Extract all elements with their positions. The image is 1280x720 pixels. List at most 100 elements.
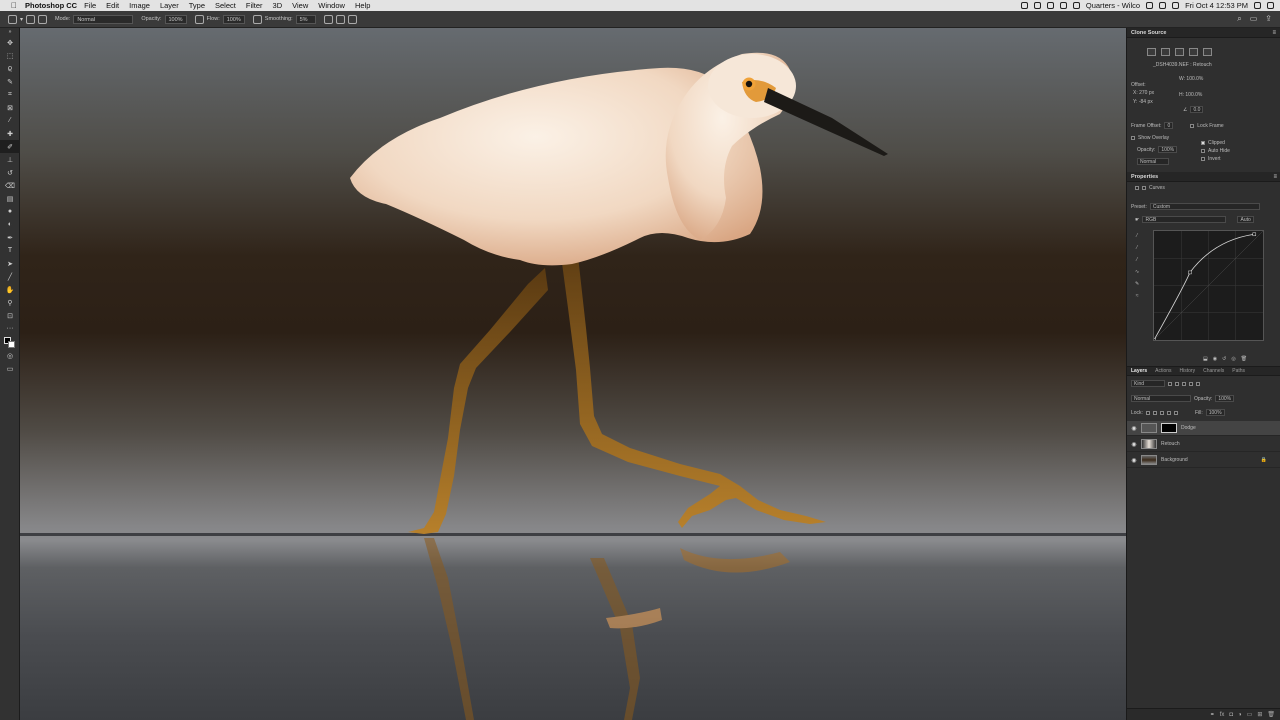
menu-type[interactable]: Type <box>189 1 205 10</box>
opacity-input[interactable]: 100% <box>164 14 187 24</box>
healing-tool-icon[interactable]: ✚ <box>0 127 20 140</box>
curve-pencil-icon[interactable]: ✎ <box>1135 281 1139 287</box>
apple-icon[interactable]:  <box>11 1 19 10</box>
screen-icon[interactable] <box>1046 2 1054 9</box>
curve-point[interactable] <box>1152 338 1156 342</box>
marquee-tool-icon[interactable]: ⬚ <box>0 49 20 62</box>
symmetry-icon[interactable] <box>347 14 357 24</box>
type-tool-icon[interactable]: T <box>0 244 20 257</box>
scale-w[interactable]: W: 100.0% <box>1179 76 1203 82</box>
auto-hide-checkbox[interactable] <box>1201 149 1205 153</box>
frame-offset-input[interactable]: 0 <box>1164 122 1174 129</box>
layer-opacity-input[interactable]: 100% <box>1215 395 1235 402</box>
scale-h[interactable]: H: 100.0% <box>1179 92 1202 98</box>
clone-stamp-tool-icon[interactable]: ⊥ <box>0 153 20 166</box>
screen-mode-icon[interactable]: ▭ <box>0 362 20 375</box>
dropbox-icon[interactable] <box>1033 2 1041 9</box>
auto-button[interactable]: Auto <box>1237 216 1254 223</box>
color-swatches[interactable] <box>0 335 20 349</box>
tab-actions[interactable]: Actions <box>1155 368 1171 374</box>
edit-toolbar-icon[interactable]: ⊡ <box>0 309 20 322</box>
view-previous-icon[interactable]: ◉ <box>1213 356 1217 362</box>
visibility-icon[interactable]: ◎ <box>1231 356 1235 362</box>
menu-view[interactable]: View <box>292 1 308 10</box>
zoom-tool-icon[interactable]: ⚲ <box>0 296 20 309</box>
delete-layer-icon[interactable]: 🗑 <box>1267 711 1275 718</box>
quick-mask-icon[interactable]: ◎ <box>0 349 20 362</box>
pressure-opacity-icon[interactable] <box>194 14 204 24</box>
clone-source-4-button[interactable] <box>1189 48 1198 56</box>
eye-icon[interactable]: ◉ <box>1127 425 1141 432</box>
clone-source-1-button[interactable] <box>1147 48 1156 56</box>
add-mask-icon[interactable]: ◘ <box>1229 712 1233 718</box>
clone-source-5-button[interactable] <box>1203 48 1212 56</box>
eye-icon[interactable]: ◉ <box>1127 457 1141 464</box>
eye-icon[interactable]: ◉ <box>1127 441 1141 448</box>
crop-tool-icon[interactable]: ⌗ <box>0 88 20 101</box>
layer-blend-select[interactable]: Normal <box>1131 395 1191 402</box>
lock-icon[interactable] <box>1059 2 1067 9</box>
tab-history[interactable]: History <box>1180 368 1196 374</box>
line-tool-icon[interactable]: ╱ <box>0 270 20 283</box>
clone-source-header[interactable]: Clone Source ≡ <box>1127 28 1280 38</box>
preset-select[interactable]: Custom <box>1149 203 1260 210</box>
menu-layer[interactable]: Layer <box>160 1 179 10</box>
tab-layers[interactable]: Layers <box>1131 368 1147 374</box>
notification-icon[interactable] <box>1267 2 1274 9</box>
layer-name[interactable]: Background <box>1161 457 1188 463</box>
gradient-tool-icon[interactable]: ▤ <box>0 192 20 205</box>
lock-transparent-icon[interactable] <box>1145 410 1150 415</box>
smooth-curve-icon[interactable]: ≈ <box>1136 293 1139 299</box>
brush-settings-icon[interactable] <box>38 14 48 24</box>
eraser-tool-icon[interactable]: ⌫ <box>0 179 20 192</box>
settings-icon[interactable] <box>1146 2 1154 9</box>
more-tools-icon[interactable]: ··· <box>0 322 20 335</box>
mode-select[interactable]: Normal <box>73 14 134 24</box>
search-icon[interactable] <box>1254 2 1261 9</box>
overlay-opacity-input[interactable]: 100% <box>1158 146 1178 153</box>
tab-channels[interactable]: Channels <box>1203 368 1224 374</box>
delete-adjustment-icon[interactable]: 🗑 <box>1241 356 1247 362</box>
brush-tool-icon[interactable]: ✐ <box>0 140 20 153</box>
targeted-adjust-icon[interactable]: ☛ <box>1135 217 1139 223</box>
lock-position-icon[interactable] <box>1159 410 1164 415</box>
history-brush-tool-icon[interactable]: ↺ <box>0 166 20 179</box>
channel-select[interactable]: RGB <box>1142 216 1227 223</box>
tab-paths[interactable]: Paths <box>1232 368 1245 374</box>
layer-name[interactable]: Retouch <box>1161 441 1180 447</box>
curves-plot[interactable] <box>1152 230 1264 342</box>
offset-x[interactable]: X: 270 px <box>1133 90 1154 96</box>
overlay-blend-select[interactable]: Normal <box>1137 158 1169 165</box>
show-overlay-checkbox[interactable] <box>1131 136 1135 140</box>
smoothing-input[interactable]: 5% <box>295 14 316 24</box>
creative-cloud-icon[interactable] <box>1020 2 1028 9</box>
share-icon[interactable]: ⇪ <box>1265 14 1272 24</box>
background-color-swatch[interactable] <box>8 341 15 348</box>
pressure-size-icon[interactable] <box>335 14 345 24</box>
lock-pixels-icon[interactable] <box>1152 410 1157 415</box>
properties-header[interactable]: Properties ≡ <box>1127 172 1280 182</box>
menu-image[interactable]: Image <box>129 1 150 10</box>
layer-mask-thumbnail[interactable] <box>1161 423 1177 433</box>
quick-select-tool-icon[interactable]: ✎ <box>0 75 20 88</box>
lock-artboard-icon[interactable] <box>1166 410 1171 415</box>
search-icon[interactable]: ⌕ <box>1237 14 1241 24</box>
menu-3d[interactable]: 3D <box>273 1 283 10</box>
link-layers-icon[interactable]: ⚭ <box>1210 711 1215 718</box>
clock[interactable]: Fri Oct 4 12:53 PM <box>1185 1 1248 10</box>
filter-pixel-icon[interactable] <box>1168 381 1172 386</box>
document-canvas[interactable] <box>20 28 1126 720</box>
filter-smart-object-icon[interactable] <box>1196 381 1200 386</box>
new-group-icon[interactable]: ▭ <box>1247 711 1253 718</box>
lock-frame-checkbox[interactable] <box>1190 123 1195 128</box>
curve-point-tool-icon[interactable]: ∿ <box>1135 269 1139 275</box>
black-point-eyedropper-icon[interactable]: ⁄ <box>1137 233 1138 239</box>
curve-point[interactable] <box>1252 232 1257 237</box>
invert-checkbox[interactable] <box>1201 157 1205 161</box>
menu-edit[interactable]: Edit <box>106 1 119 10</box>
brush-preset-dropdown[interactable]: ▾ <box>20 16 23 23</box>
layer-fill-input[interactable]: 100% <box>1205 409 1225 416</box>
menu-select[interactable]: Select <box>215 1 236 10</box>
eyedropper-tool-icon[interactable]: ⁄ <box>0 114 20 127</box>
smoothing-gear-icon[interactable] <box>323 14 333 24</box>
